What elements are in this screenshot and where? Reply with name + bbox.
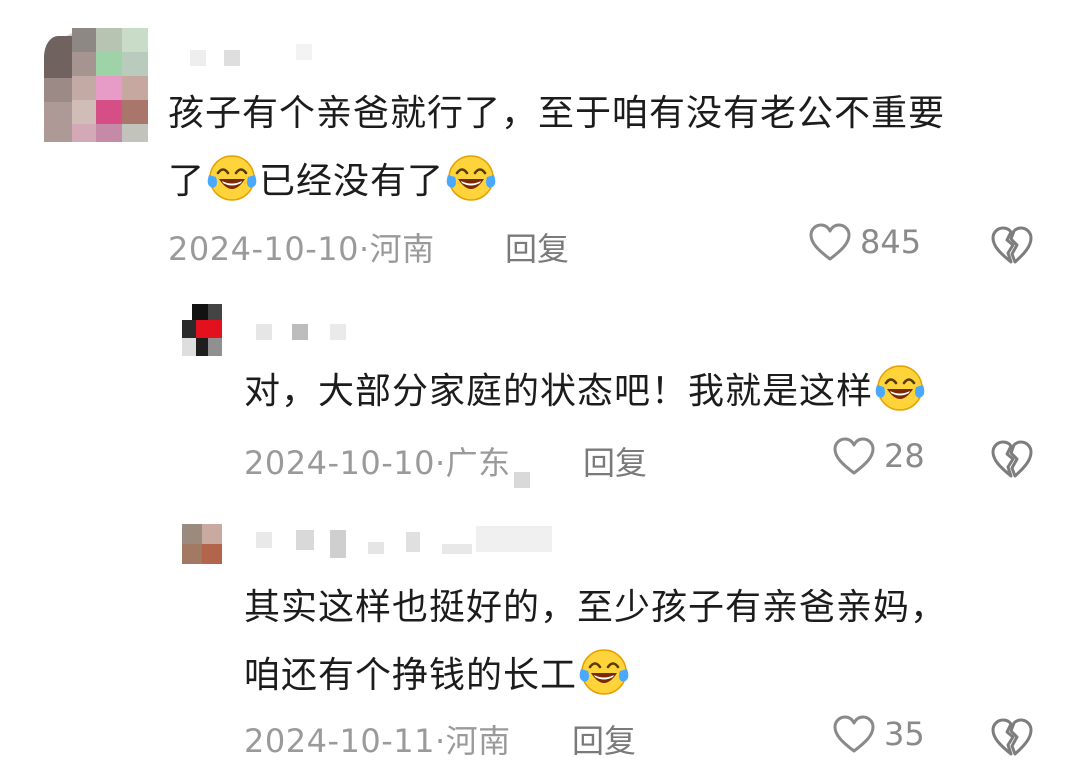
heart-outline-icon <box>832 436 876 476</box>
comment-item: 其实这样也挺好的，至少孩子有亲爸亲妈， 咱还有个挣钱的长工 2024-10-11… <box>0 500 1080 771</box>
reply-button[interactable]: 回复 <box>583 438 647 484</box>
comment-item: 孩子有个亲爸就行了，至于咱有没有老公不重要 了 已经没有了 2024-10-10·… <box>0 0 1080 290</box>
like-count: 28 <box>884 437 925 475</box>
broken-heart-icon[interactable] <box>990 224 1034 266</box>
like-count: 35 <box>884 715 925 753</box>
comment-text: 其实这样也挺好的，至少孩子有亲爸亲妈， 咱还有个挣钱的长工 <box>244 574 1044 710</box>
avatar[interactable] <box>44 28 148 142</box>
laughing-crying-emoji-icon <box>875 363 925 413</box>
like-button[interactable]: 35 <box>832 714 925 754</box>
like-button[interactable]: 845 <box>808 222 921 262</box>
comment-item: 对，大部分家庭的状态吧！我就是这样 2024-10-10·广东 回复 28 <box>0 290 1080 500</box>
broken-heart-icon[interactable] <box>990 438 1034 480</box>
comment-date: 2024-10-11 <box>244 722 435 760</box>
comment-date: 2024-10-10 <box>244 444 435 482</box>
username-obscured[interactable] <box>256 522 556 562</box>
comment-text: 孩子有个亲爸就行了，至于咱有没有老公不重要 了 已经没有了 <box>168 80 1048 216</box>
comment-location: 河南 <box>445 722 511 760</box>
comment-text-line: 了 <box>168 161 206 202</box>
username-obscured[interactable] <box>190 44 320 68</box>
comment-text: 对，大部分家庭的状态吧！我就是这样 <box>244 358 1044 426</box>
comment-date: 2024-10-10 <box>168 230 359 268</box>
reply-button[interactable]: 回复 <box>505 224 569 270</box>
laughing-crying-emoji-icon <box>579 647 629 697</box>
laughing-crying-emoji-icon <box>446 153 496 203</box>
avatar[interactable] <box>182 524 222 564</box>
heart-outline-icon <box>832 714 876 754</box>
comment-meta: 2024-10-10·河南 <box>168 224 435 270</box>
comment-text-line: 其实这样也挺好的，至少孩子有亲爸亲妈， <box>244 587 948 628</box>
laughing-crying-emoji-icon <box>207 153 257 203</box>
comment-meta: 2024-10-11·河南 <box>244 716 511 762</box>
comment-meta: 2024-10-10·广东 <box>244 438 511 484</box>
meta-separator: · <box>434 722 446 760</box>
meta-separator: · <box>434 444 446 482</box>
comment-text-line: 已经没有了 <box>259 161 445 202</box>
avatar[interactable] <box>182 304 222 356</box>
like-button[interactable]: 28 <box>832 436 925 476</box>
blur-artifact <box>514 472 530 488</box>
meta-separator: · <box>358 230 370 268</box>
username-obscured[interactable] <box>256 324 356 344</box>
comment-text-line: 对，大部分家庭的状态吧！我就是这样 <box>244 371 874 412</box>
broken-heart-icon[interactable] <box>990 716 1034 758</box>
comment-location: 广东 <box>445 444 511 482</box>
comment-location: 河南 <box>369 230 435 268</box>
heart-outline-icon <box>808 222 852 262</box>
comment-text-line: 咱还有个挣钱的长工 <box>244 655 578 696</box>
comment-text-line: 孩子有个亲爸就行了，至于咱有没有老公不重要 <box>168 93 946 134</box>
like-count: 845 <box>860 223 922 261</box>
reply-button[interactable]: 回复 <box>572 716 636 762</box>
